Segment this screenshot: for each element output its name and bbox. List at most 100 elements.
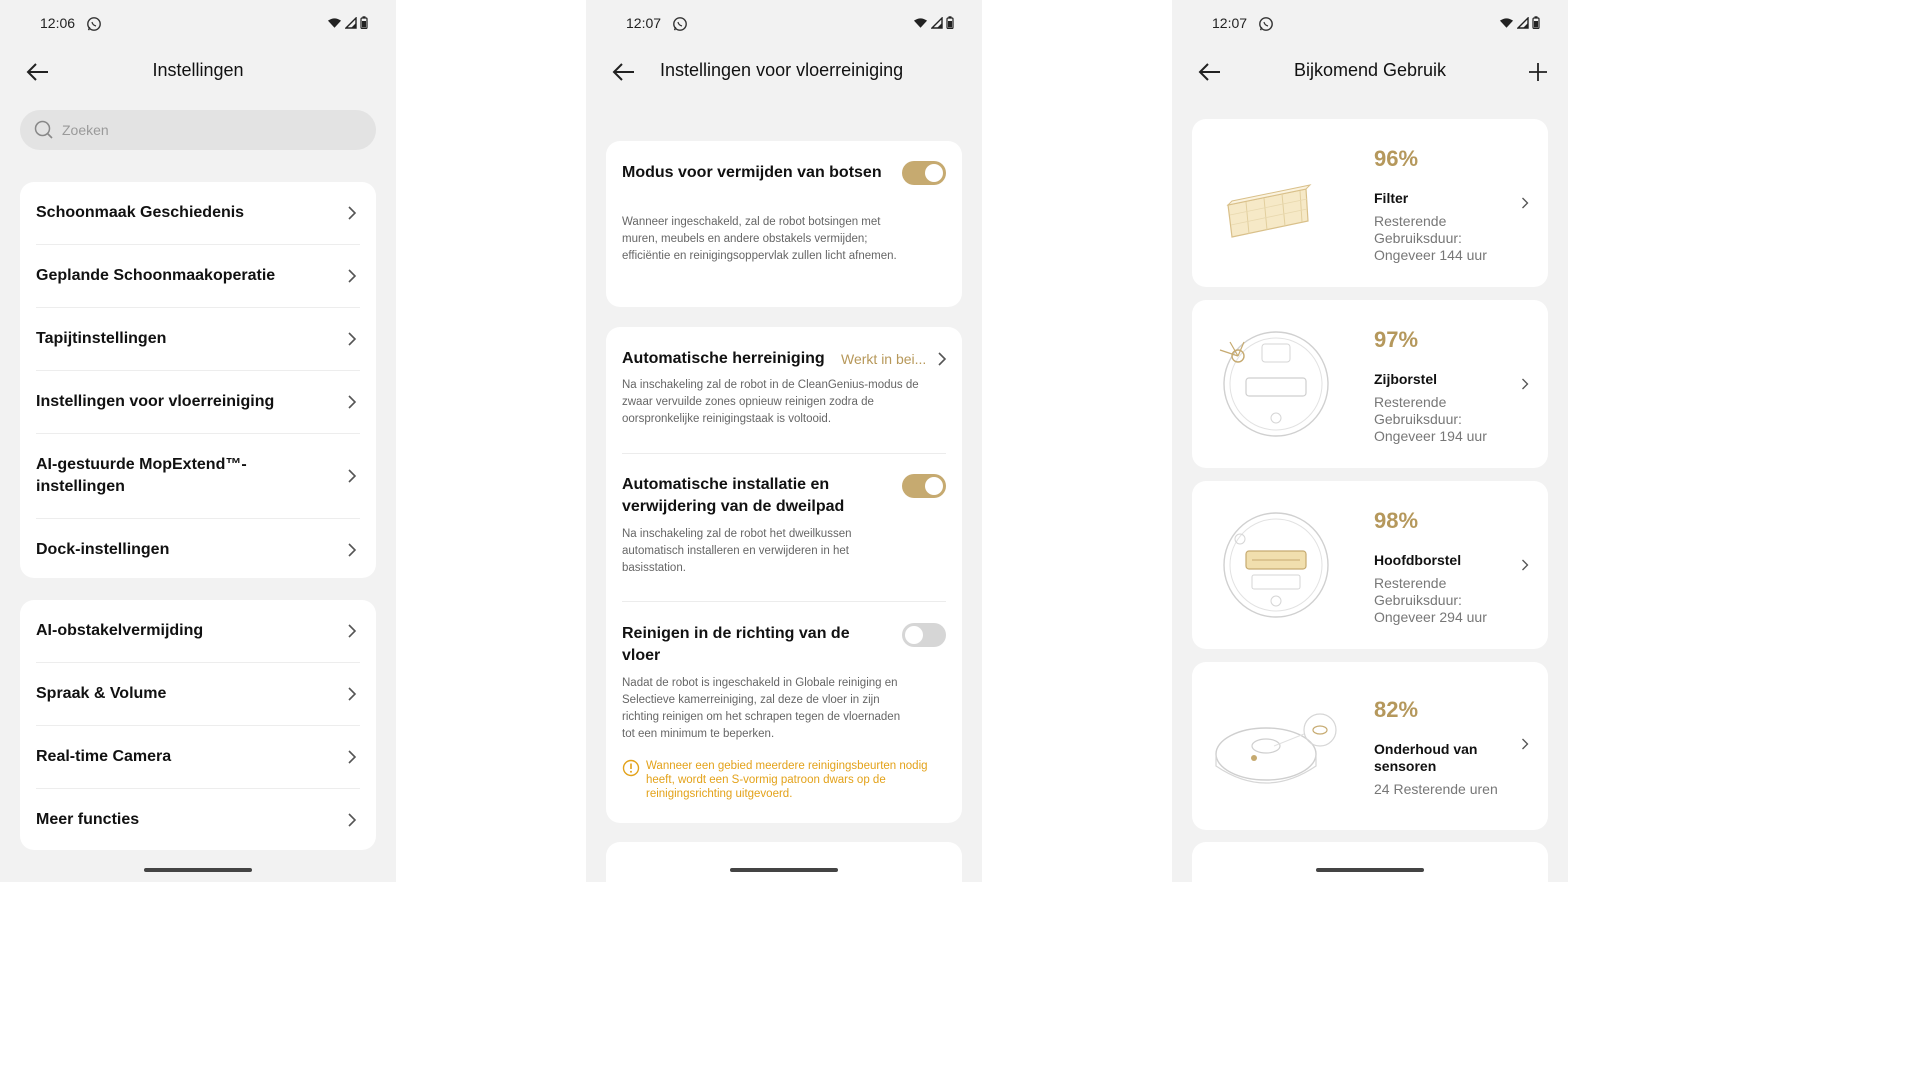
settings-item-cleaning-history[interactable]: Schoonmaak Geschiedenis [36, 182, 360, 245]
search-input[interactable] [62, 118, 352, 142]
status-time: 12:07 [626, 15, 662, 31]
mop-install-desc: Na inschakeling zal de robot het dweilku… [622, 528, 852, 574]
chevron-right-icon [1520, 737, 1530, 751]
wifi-icon [327, 16, 342, 34]
side-brush-image-icon [1206, 314, 1346, 454]
divider [622, 601, 946, 602]
consumable-desc: 24 Resterende uren [1374, 781, 1498, 797]
filter-image-icon [1206, 133, 1346, 273]
signal-icon [1517, 16, 1529, 34]
auto-recleaning-title: Automatische herreiniging [622, 350, 825, 367]
settings-item-mopextend[interactable]: AI-gestuurde MopExtend™-instellingen [36, 434, 360, 519]
chevron-right-icon [1520, 558, 1530, 572]
collision-avoidance-card: Modus voor vermijden van botsen Wanneer … [606, 141, 962, 307]
collision-avoidance-title: Modus voor vermijden van botsen [622, 164, 882, 181]
whatsapp-icon [1258, 16, 1274, 37]
battery-icon [946, 16, 954, 34]
consumable-percent: 96% [1374, 146, 1419, 171]
consumable-name: Zijborstel [1374, 371, 1438, 387]
settings-item-label: Instellingen voor vloerreiniging [36, 393, 275, 410]
consumable-card-sensors[interactable]: 82% Onderhoud van sensoren 24 Resterende… [1192, 662, 1548, 830]
auto-recleaning-row[interactable]: Automatische herreiniging Werkt in bei..… [606, 327, 962, 447]
wifi-icon [913, 16, 928, 34]
back-arrow-icon[interactable] [610, 60, 636, 84]
consumable-card-side-brush[interactable]: 97% Zijborstel Resterende Gebruiksduur: … [1192, 300, 1548, 468]
consumables-screen: 12:07 Bijkomend Gebruik 96% Filter Reste… [1172, 0, 1568, 882]
settings-item-label: Geplande Schoonmaakoperatie [36, 267, 276, 284]
status-time: 12:07 [1212, 15, 1248, 31]
home-indicator[interactable] [730, 868, 838, 872]
status-time: 12:06 [40, 15, 76, 31]
chevron-right-icon [346, 750, 358, 764]
settings-item-label: Schoonmaak Geschiedenis [36, 204, 245, 221]
chevron-right-icon [1520, 377, 1530, 391]
floor-direction-toggle[interactable] [902, 623, 946, 647]
settings-item-ai-obstacle[interactable]: AI-obstakelvermijding [36, 600, 360, 663]
settings-item-dock[interactable]: Dock-instellingen [36, 519, 360, 581]
chevron-right-icon [346, 624, 358, 638]
settings-group-secondary: AI-obstakelvermijding Spraak & Volume Re… [20, 600, 376, 850]
next-card-partial [606, 842, 962, 882]
consumable-percent: 98% [1374, 508, 1419, 533]
consumable-name: Onderhoud van sensoren [1374, 741, 1478, 774]
auto-recleaning-desc: Na inschakeling zal de robot in de Clean… [622, 379, 919, 425]
settings-item-label: Meer functies [36, 811, 140, 828]
floor-direction-title: Reinigen in de richting van de vloer [622, 625, 850, 664]
consumable-card-main-brush[interactable]: 98% Hoofdborstel Resterende Gebruiksduur… [1192, 481, 1548, 649]
settings-group-primary: Schoonmaak Geschiedenis Geplande Schoonm… [20, 182, 376, 578]
whatsapp-icon [86, 16, 102, 37]
cleaning-options-card: Automatische herreiniging Werkt in bei..… [606, 327, 962, 823]
sensor-image-icon [1206, 676, 1346, 816]
chevron-right-icon [346, 332, 358, 346]
consumable-percent: 97% [1374, 327, 1419, 352]
settings-item-label: Dock-instellingen [36, 541, 170, 558]
floor-direction-desc: Nadat de robot is ingeschakeld in Global… [622, 677, 901, 740]
page-title: Instellingen [152, 60, 244, 80]
chevron-right-icon [936, 352, 948, 366]
home-indicator[interactable] [1316, 868, 1424, 872]
settings-item-voice-volume[interactable]: Spraak & Volume [36, 663, 360, 726]
consumable-percent: 82% [1374, 697, 1419, 722]
search-bar[interactable] [20, 110, 376, 150]
chevron-right-icon [346, 813, 358, 827]
status-bar: 12:06 [0, 14, 396, 34]
signal-icon [345, 16, 357, 34]
chevron-right-icon [346, 269, 358, 283]
settings-item-carpet[interactable]: Tapijtinstellingen [36, 308, 360, 371]
chevron-right-icon [346, 469, 358, 483]
settings-item-floor-cleaning[interactable]: Instellingen voor vloerreiniging [36, 371, 360, 434]
settings-screen: 12:06 Instellingen Schoonmaak Geschieden… [0, 0, 396, 882]
floor-cleaning-settings-screen: 12:07 Instellingen voor vloerreiniging M… [586, 0, 982, 882]
settings-item-more-functions[interactable]: Meer functies [36, 789, 360, 851]
consumable-card-partial [1192, 842, 1548, 882]
settings-item-scheduled-cleaning[interactable]: Geplande Schoonmaakoperatie [36, 245, 360, 308]
warning-icon [622, 759, 640, 777]
signal-icon [931, 16, 943, 34]
mop-install-toggle[interactable] [902, 474, 946, 498]
search-icon [34, 120, 54, 145]
battery-icon [1532, 16, 1540, 34]
page-title: Bijkomend Gebruik [1293, 60, 1447, 80]
consumable-desc: Resterende Gebruiksduur: Ongeveer 294 uu… [1374, 575, 1487, 625]
whatsapp-icon [672, 16, 688, 37]
wifi-icon [1499, 16, 1514, 34]
settings-item-label: AI-obstakelvermijding [36, 622, 204, 639]
settings-item-label: Real-time Camera [36, 748, 172, 765]
consumable-desc: Resterende Gebruiksduur: Ongeveer 194 uu… [1374, 394, 1487, 444]
consumable-desc: Resterende Gebruiksduur: Ongeveer 144 uu… [1374, 213, 1487, 263]
page-title: Instellingen voor vloerreiniging [660, 60, 904, 80]
settings-item-realtime-camera[interactable]: Real-time Camera [36, 726, 360, 789]
add-icon[interactable] [1526, 60, 1550, 84]
consumable-card-filter[interactable]: 96% Filter Resterende Gebruiksduur: Onge… [1192, 119, 1548, 287]
warning-text: Wanneer een gebied meerdere reinigingsbe… [646, 760, 928, 800]
consumable-name: Filter [1374, 190, 1409, 206]
home-indicator[interactable] [144, 868, 252, 872]
divider [622, 453, 946, 454]
settings-item-label: AI-gestuurde MopExtend™-instellingen [36, 456, 247, 495]
battery-icon [360, 16, 368, 34]
collision-avoidance-toggle[interactable] [902, 161, 946, 185]
auto-recleaning-value: Werkt in bei... [841, 351, 927, 367]
settings-item-label: Spraak & Volume [36, 685, 167, 702]
main-brush-image-icon [1206, 495, 1346, 635]
settings-item-label: Tapijtinstellingen [36, 330, 167, 347]
